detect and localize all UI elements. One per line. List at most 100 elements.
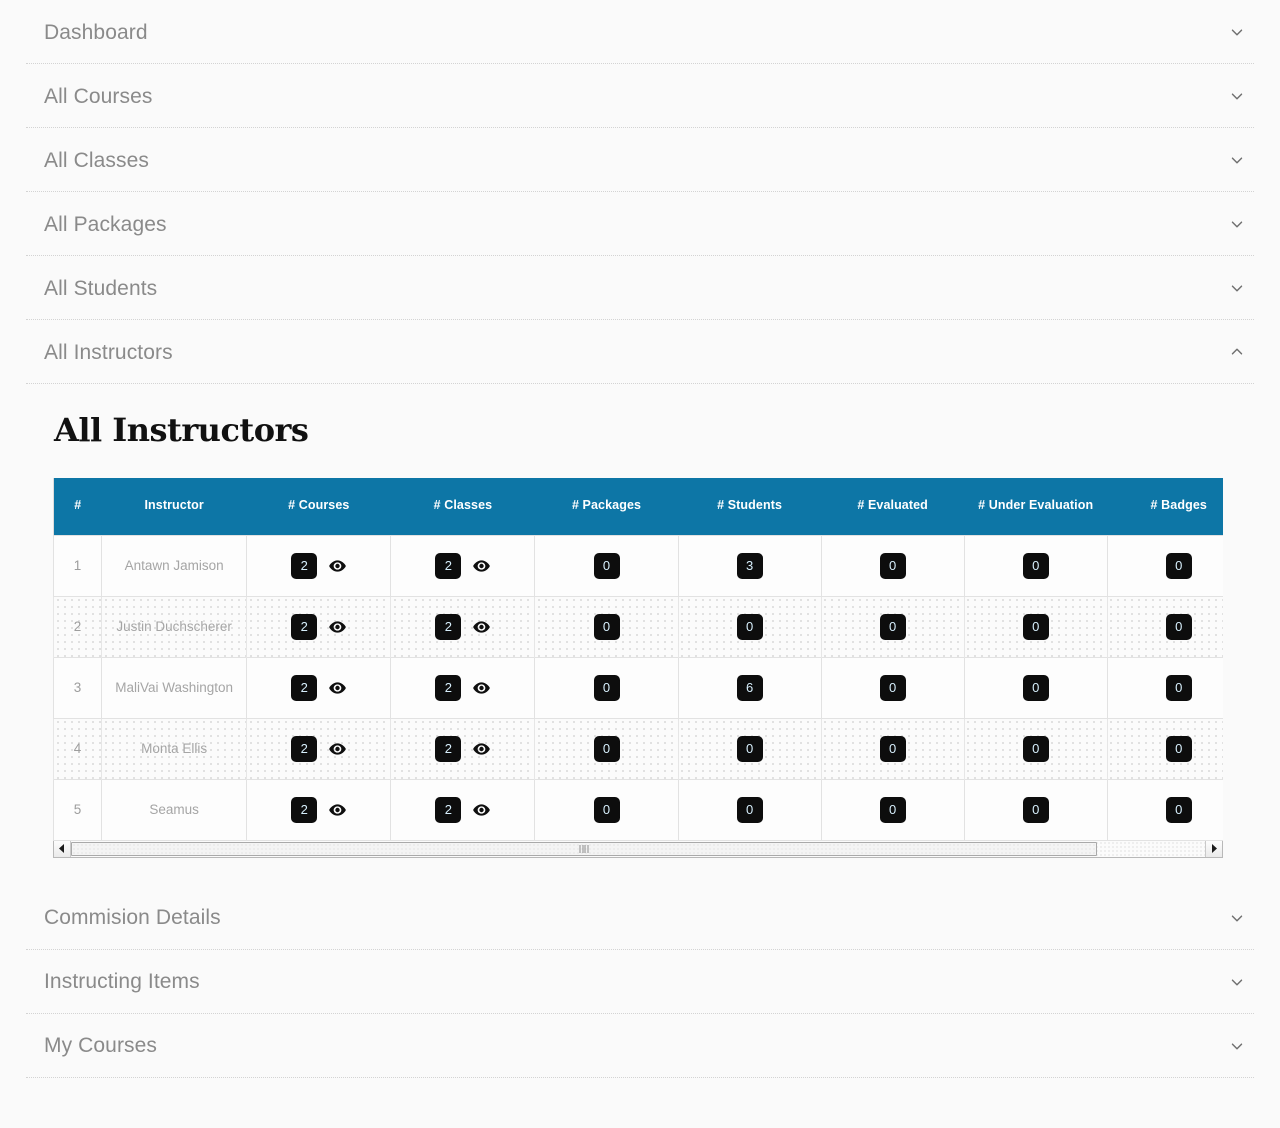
badge-with-view: 2 <box>397 735 528 762</box>
column-header-evaluated[interactable]: # Evaluated <box>821 478 965 535</box>
instructor-name: Seamus <box>149 801 199 817</box>
column-header-index[interactable]: # <box>53 478 102 535</box>
accordion-label: All Students <box>44 276 158 300</box>
cell-classes: 2 <box>390 534 536 597</box>
evaluated-count-badge: 0 <box>879 674 906 701</box>
table-row[interactable]: 4 Monta Ellis 2 2 0 0 0 0 0 <box>53 717 1223 780</box>
accordion-item-dashboard[interactable]: Dashboard <box>0 0 1280 64</box>
instructor-name: Justin Duchscherer <box>116 618 232 634</box>
table-row[interactable]: 1 Antawn Jamison 2 2 0 3 0 0 0 <box>53 534 1223 597</box>
accordion-item-my-courses[interactable]: My Courses <box>0 1013 1280 1078</box>
eye-icon[interactable] <box>473 803 491 816</box>
cell-index: 4 <box>53 717 103 780</box>
eye-icon[interactable] <box>329 803 347 816</box>
chevron-down-icon[interactable] <box>1226 907 1248 929</box>
cell-classes: 2 <box>390 717 536 780</box>
badge-with-view: 2 <box>253 796 384 823</box>
main-accordion: Dashboard All Courses All Classes All Pa… <box>0 0 1280 1078</box>
eye-icon[interactable] <box>473 620 491 633</box>
table-row[interactable]: 5 Seamus 2 2 0 0 0 0 0 <box>53 778 1223 841</box>
accordion-item-all-packages[interactable]: All Packages <box>0 192 1280 256</box>
cell-students: 0 <box>677 717 822 780</box>
classes-count-badge: 2 <box>435 613 462 640</box>
cell-under-evaluation: 0 <box>963 656 1108 719</box>
eye-icon[interactable] <box>329 559 347 572</box>
eye-icon[interactable] <box>473 742 491 755</box>
table-horizontal-scrollbar[interactable] <box>53 840 1223 858</box>
cell-evaluated: 0 <box>820 534 965 597</box>
column-header-packages[interactable]: # Packages <box>534 478 679 535</box>
cell-badges: 0 <box>1106 778 1223 841</box>
scrollbar-track[interactable] <box>71 840 1205 857</box>
column-header-instructor[interactable]: Instructor <box>101 478 247 535</box>
table-row[interactable]: 2 Justin Duchscherer 2 2 0 0 0 0 0 <box>53 595 1223 658</box>
badge-with-view: 2 <box>253 552 384 579</box>
accordion-item-commision-details[interactable]: Commision Details <box>0 885 1280 950</box>
column-header-courses[interactable]: # Courses <box>246 478 391 535</box>
cell-evaluated: 0 <box>820 656 965 719</box>
column-header-under-evaluation[interactable]: # Under Evaluation <box>964 478 1108 535</box>
accordion-item-all-courses[interactable]: All Courses <box>0 64 1280 128</box>
eye-icon[interactable] <box>329 681 347 694</box>
under-evaluation-count-badge: 0 <box>1022 552 1049 579</box>
badges-count-badge: 0 <box>1165 796 1192 823</box>
under-evaluation-count-badge: 0 <box>1022 613 1049 640</box>
all-instructors-panel: All Instructors # Instructor # Courses #… <box>0 384 1280 886</box>
badge-with-view: 2 <box>253 613 384 640</box>
chevron-up-icon[interactable] <box>1226 341 1248 363</box>
cell-index: 1 <box>53 534 103 597</box>
chevron-down-icon[interactable] <box>1226 1035 1248 1057</box>
chevron-down-icon[interactable] <box>1226 85 1248 107</box>
cell-packages: 0 <box>534 534 679 597</box>
cell-badges: 0 <box>1106 595 1223 658</box>
cell-students: 0 <box>677 778 822 841</box>
column-header-badges[interactable]: # Badges <box>1107 478 1223 535</box>
column-header-students[interactable]: # Students <box>678 478 822 535</box>
badges-count-badge: 0 <box>1165 613 1192 640</box>
cell-students: 0 <box>677 595 822 658</box>
cell-instructor: Justin Duchscherer <box>101 595 248 658</box>
accordion-item-all-students[interactable]: All Students <box>0 256 1280 320</box>
cell-courses: 2 <box>246 595 392 658</box>
badge-with-view: 2 <box>397 552 528 579</box>
accordion-item-all-classes[interactable]: All Classes <box>0 128 1280 192</box>
table-header-row: # Instructor # Courses # Classes # Packa… <box>53 478 1223 535</box>
students-count-badge: 0 <box>736 613 763 640</box>
scroll-right-arrow-icon[interactable] <box>1205 840 1222 857</box>
classes-count-badge: 2 <box>435 735 462 762</box>
accordion-label: Instructing Items <box>44 970 200 993</box>
cell-evaluated: 0 <box>820 595 965 658</box>
column-header-classes[interactable]: # Classes <box>390 478 535 535</box>
eye-icon[interactable] <box>329 742 347 755</box>
eye-icon[interactable] <box>329 620 347 633</box>
instructors-table-viewport: # Instructor # Courses # Classes # Packa… <box>53 478 1223 841</box>
cell-packages: 0 <box>534 778 679 841</box>
accordion-item-instructing-items[interactable]: Instructing Items <box>0 949 1280 1014</box>
chevron-down-icon[interactable] <box>1226 277 1248 299</box>
cell-index: 2 <box>53 595 103 658</box>
accordion-item-all-instructors[interactable]: All Instructors <box>0 320 1280 384</box>
badges-count-badge: 0 <box>1165 552 1192 579</box>
packages-count-badge: 0 <box>593 552 620 579</box>
students-count-badge: 0 <box>736 735 763 762</box>
accordion-label: My Courses <box>44 1034 158 1057</box>
scroll-left-arrow-icon[interactable] <box>54 840 71 857</box>
badge-with-view: 2 <box>253 674 384 701</box>
chevron-down-icon[interactable] <box>1226 213 1248 235</box>
chevron-down-icon[interactable] <box>1226 21 1248 43</box>
under-evaluation-count-badge: 0 <box>1022 796 1049 823</box>
instructor-name: Monta Ellis <box>141 740 208 756</box>
cell-under-evaluation: 0 <box>963 778 1108 841</box>
scrollbar-thumb[interactable] <box>71 841 1098 856</box>
page-title: All Instructors <box>54 411 309 449</box>
badge-with-view: 2 <box>397 796 528 823</box>
chevron-down-icon[interactable] <box>1226 971 1248 993</box>
eye-icon[interactable] <box>473 681 491 694</box>
badge-with-view: 2 <box>397 674 528 701</box>
chevron-down-icon[interactable] <box>1226 149 1248 171</box>
courses-count-badge: 2 <box>291 674 318 701</box>
eye-icon[interactable] <box>473 559 491 572</box>
students-count-badge: 6 <box>736 674 763 701</box>
table-row[interactable]: 3 MaliVai Washington 2 2 0 6 0 0 0 <box>53 656 1223 719</box>
cell-under-evaluation: 0 <box>963 717 1108 780</box>
